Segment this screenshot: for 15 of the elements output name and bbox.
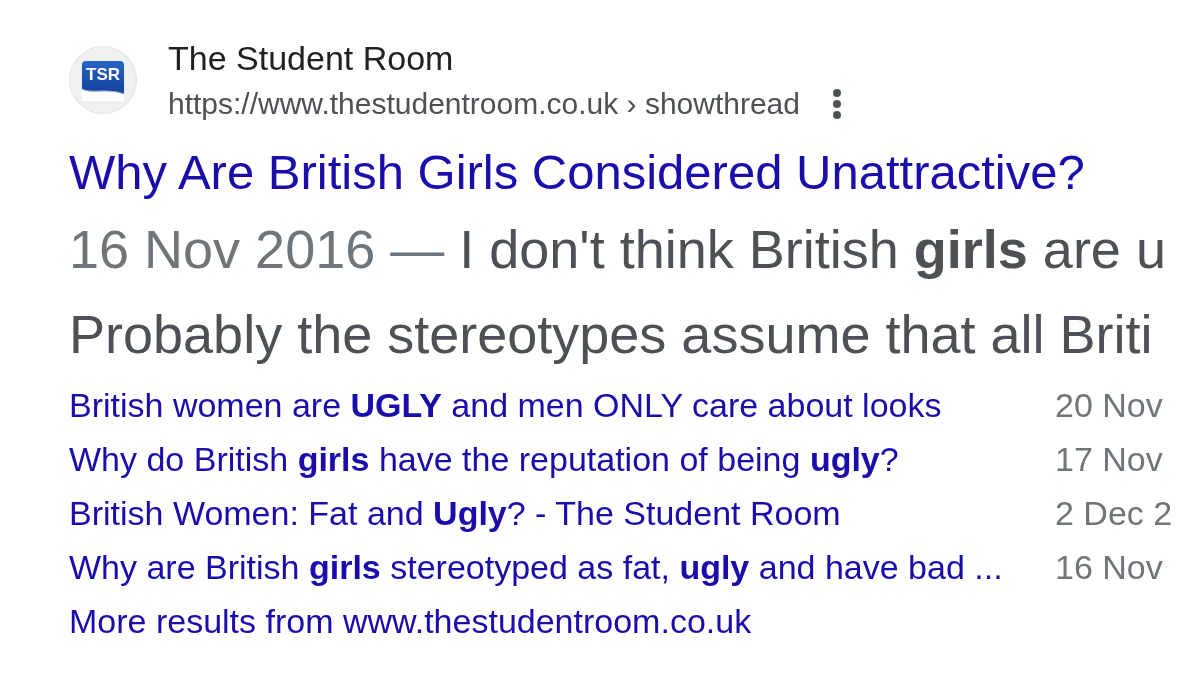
site-url: https://www.thestudentroom.co.uk › showthread [168,86,800,122]
site-name: The Student Room [168,38,455,78]
sitelink-date: 16 Nov [1055,548,1163,586]
snippet-text: 16 Nov 2016 — I don't think British girls are u Probably the stereotypes assume that all Briti [69,218,1166,366]
more-results-link[interactable]: More results from www.thestudentroom.co.uk [69,602,752,640]
sitelink[interactable]: Why do British girls have the reputation of being ugly? [69,440,899,478]
sitelink[interactable]: British Women: Fat and Ugly? - The Student Room [69,494,841,532]
sitelink-date: 2 Dec 2 [1055,494,1173,532]
more-options-icon[interactable] [832,88,842,120]
result-title-link[interactable]: Why Are British Girls Considered Unattractive? [69,144,1085,200]
sitelink[interactable]: British women are UGLY and men ONLY care about looks [69,386,942,424]
sitelink-date: 20 Nov [1055,386,1163,424]
sitelink-date: 17 Nov [1055,440,1163,478]
sitelink[interactable]: Why are British girls stereotyped as fat, ugly and have bad ... [69,548,1003,586]
site-logo: TSR [69,46,137,114]
